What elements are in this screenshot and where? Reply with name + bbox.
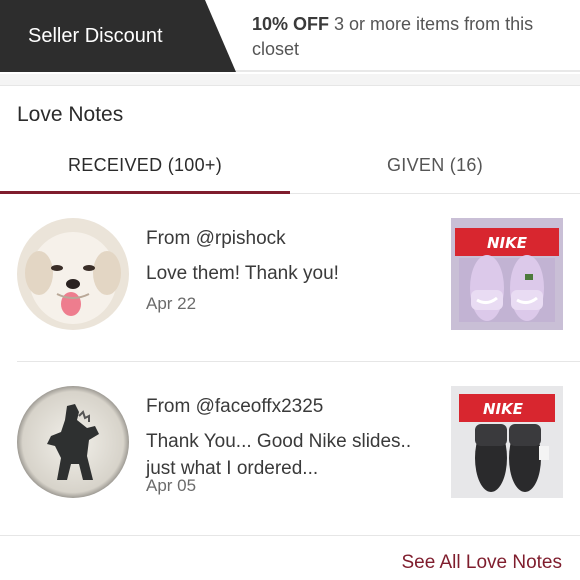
godzilla-avatar-image (17, 386, 129, 498)
tab-received[interactable]: RECEIVED (100+) (0, 140, 290, 194)
seller-discount-banner[interactable]: Seller Discount 10% OFF 3 or more items … (0, 0, 580, 72)
dog-avatar-image (17, 218, 129, 330)
black-slides-image: NIKE (451, 386, 563, 498)
note-date: Apr 22 (146, 294, 197, 313)
product-thumbnail[interactable]: NIKE (451, 218, 563, 330)
love-note-item[interactable]: From @rpishock Love them! Thank you! Apr… (0, 212, 580, 362)
tab-given[interactable]: GIVEN (16) (290, 140, 580, 194)
love-notes-tabs: RECEIVED (100+) GIVEN (16) (0, 140, 580, 194)
product-thumbnail[interactable]: NIKE (451, 386, 563, 498)
note-sender[interactable]: From @faceoffx2325 (146, 396, 323, 418)
avatar[interactable] (17, 386, 129, 498)
avatar[interactable] (17, 218, 129, 330)
product-brand-text: NIKE (483, 400, 524, 418)
note-message: Love them! Thank you! (146, 263, 339, 284)
note-divider (17, 361, 580, 362)
product-brand-text: NIKE (487, 234, 528, 252)
section-title: Love Notes (17, 103, 124, 126)
section-spacer (0, 74, 580, 86)
discount-offer-amount: 10% OFF (252, 14, 330, 34)
footer-divider (0, 535, 580, 536)
note-sender[interactable]: From @rpishock (146, 228, 286, 250)
pink-slides-image: NIKE (451, 218, 563, 330)
note-message: Thank You... Good Nike slides.. just wha… (146, 431, 412, 479)
see-all-love-notes-link[interactable]: See All Love Notes (401, 552, 562, 574)
seller-discount-label: Seller Discount (28, 25, 163, 47)
love-note-item[interactable]: From @faceoffx2325 Thank You... Good Nik… (0, 380, 580, 530)
note-date: Apr 05 (146, 476, 197, 495)
seller-discount-tag: Seller Discount (0, 0, 236, 72)
discount-offer-text: 10% OFF 3 or more items from this closet (252, 12, 572, 62)
